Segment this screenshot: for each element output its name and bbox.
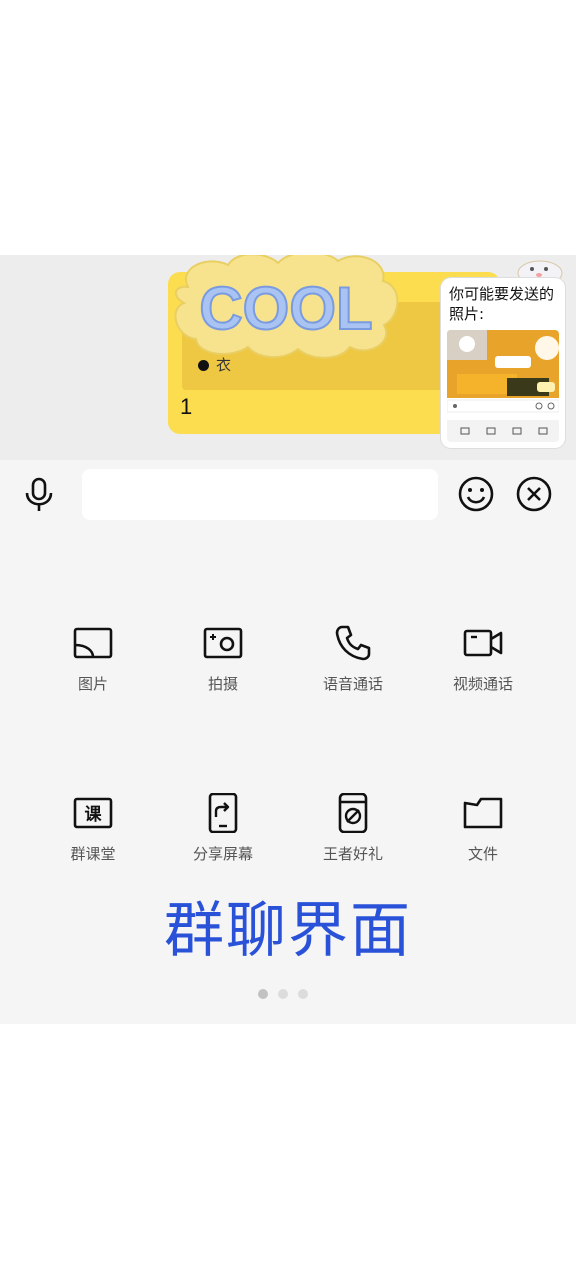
tool-file[interactable]: 文件 — [423, 793, 543, 903]
input-bar — [0, 460, 576, 530]
tool-label: 分享屏幕 — [192, 845, 253, 863]
suggested-photo-thumbnail[interactable] — [447, 330, 559, 442]
close-circle-icon[interactable] — [514, 474, 554, 514]
tool-label: 王者好礼 — [322, 845, 383, 863]
tool-label: 语音通话 — [322, 675, 383, 693]
page-dot[interactable] — [278, 989, 288, 999]
class-icon: 课 — [73, 793, 113, 833]
tool-voice-call[interactable]: 语音通话 — [293, 623, 413, 733]
tool-image[interactable]: 图片 — [33, 623, 153, 733]
page-dot[interactable] — [298, 989, 308, 999]
folder-icon — [463, 793, 503, 833]
tool-camera[interactable]: 拍摄 — [163, 623, 283, 733]
phone-icon — [333, 623, 373, 663]
share-screen-icon — [203, 792, 243, 834]
emoji-icon[interactable] — [456, 474, 496, 514]
cool-sticker[interactable]: COOL — [168, 255, 404, 363]
tool-label: 文件 — [467, 845, 498, 863]
chat-area: 衣 53 1 COOL 你可能要发送的照片: — [0, 255, 576, 460]
camera-icon — [203, 623, 243, 663]
tool-label: 群课堂 — [70, 845, 116, 863]
tool-video-call[interactable]: 视频通话 — [423, 623, 543, 733]
tool-share-screen[interactable]: 分享屏幕 — [163, 792, 283, 903]
overlay-title: 群聊界面 — [164, 896, 412, 966]
image-icon — [73, 623, 113, 663]
suggested-photo-card[interactable]: 你可能要发送的照片: — [441, 278, 565, 448]
message-input[interactable] — [82, 469, 438, 520]
suggested-photo-text: 你可能要发送的照片: — [449, 285, 555, 323]
tool-honor-gift[interactable]: 王者好礼 — [293, 792, 413, 903]
tool-label: 视频通话 — [452, 675, 513, 693]
video-icon — [463, 623, 503, 663]
microphone-icon[interactable] — [19, 474, 59, 514]
tool-label: 图片 — [77, 675, 108, 693]
more-tools-panel: 图片 拍摄 语音通话 视频通话 课 群课堂 分享屏幕 王者好礼 文件 群聊界面 — [0, 530, 576, 1024]
svg-text:课: 课 — [85, 805, 103, 825]
page-dot-active[interactable] — [258, 989, 268, 999]
message-text: 1 — [180, 394, 193, 419]
tool-label: 拍摄 — [207, 675, 238, 693]
gift-icon — [333, 792, 373, 834]
page-indicator[interactable] — [258, 984, 318, 999]
tool-group-class[interactable]: 课 群课堂 — [33, 793, 153, 903]
svg-text:COOL: COOL — [199, 275, 372, 342]
